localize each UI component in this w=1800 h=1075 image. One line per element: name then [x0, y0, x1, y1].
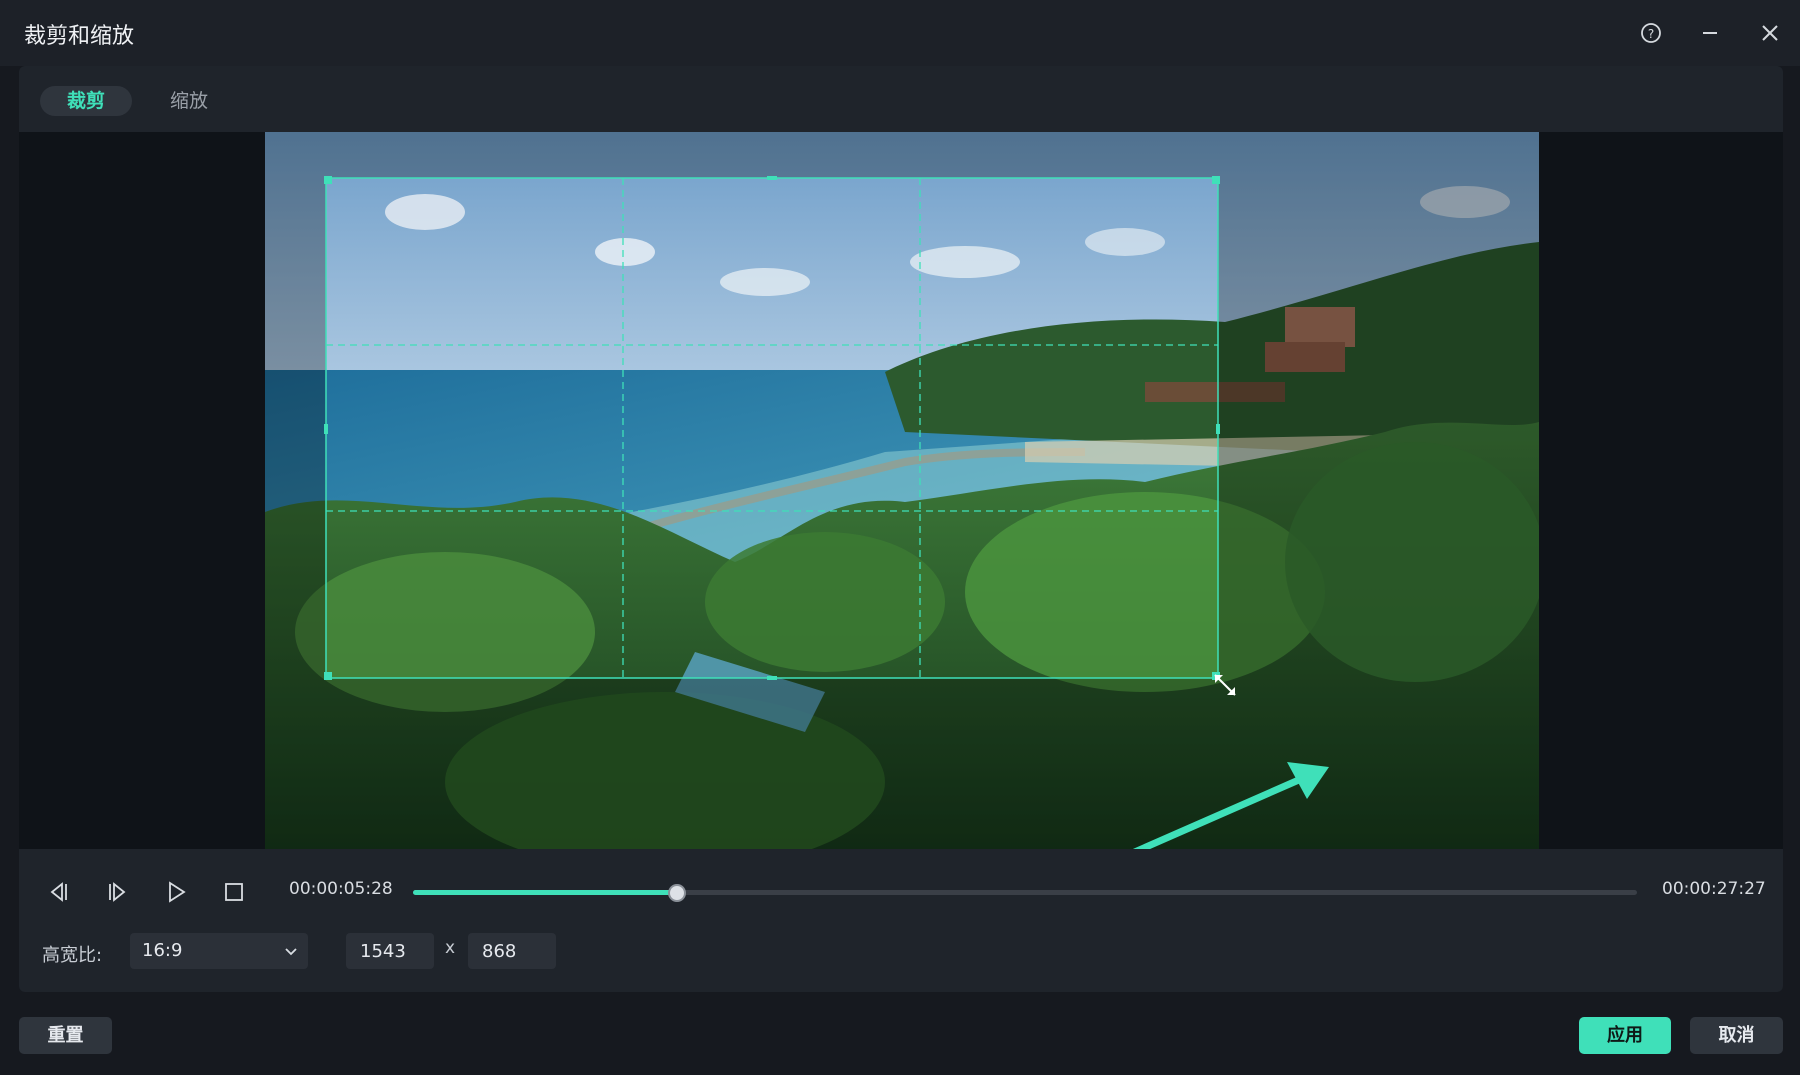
current-time: 00:00:05:28 [289, 879, 393, 899]
reset-button[interactable]: 重置 [19, 1017, 112, 1054]
dimension-separator: x [445, 938, 456, 958]
aspect-ratio-select[interactable]: 16:9 [130, 933, 308, 969]
cancel-button[interactable]: 取消 [1690, 1017, 1783, 1054]
close-icon[interactable] [1750, 14, 1790, 52]
stop-icon[interactable] [217, 875, 251, 909]
prev-frame-icon[interactable] [41, 875, 75, 909]
play-icon[interactable] [159, 875, 193, 909]
crop-height-value: 868 [482, 941, 517, 962]
aspect-ratio-label: 高宽比: [42, 945, 103, 966]
minimize-icon[interactable] [1690, 14, 1730, 52]
apply-button[interactable]: 应用 [1579, 1017, 1671, 1054]
crop-width-input[interactable]: 1543 [346, 933, 434, 969]
progress-knob[interactable] [668, 884, 687, 902]
chevron-down-icon [284, 943, 298, 962]
progress-slider[interactable] [413, 884, 1637, 902]
window-title: 裁剪和缩放 [24, 24, 135, 49]
player-controls: 00:00:05:28 00:00:27:27 高宽比: 16:9 1543 x… [19, 849, 1783, 992]
progress-fill [413, 890, 678, 895]
next-frame-icon[interactable] [101, 875, 135, 909]
help-icon[interactable]: ? [1631, 14, 1671, 52]
svg-text:?: ? [1648, 27, 1654, 41]
title-bar: 裁剪和缩放 ? [0, 0, 1800, 66]
aspect-ratio-value: 16:9 [142, 940, 183, 961]
crop-panel: 裁剪 缩放 00:00:05:28 00:00:27:27 高宽比: 16:9 … [19, 66, 1783, 992]
crop-height-input[interactable]: 868 [468, 933, 556, 969]
crop-width-value: 1543 [360, 941, 406, 962]
total-time: 00:00:27:27 [1662, 879, 1766, 899]
